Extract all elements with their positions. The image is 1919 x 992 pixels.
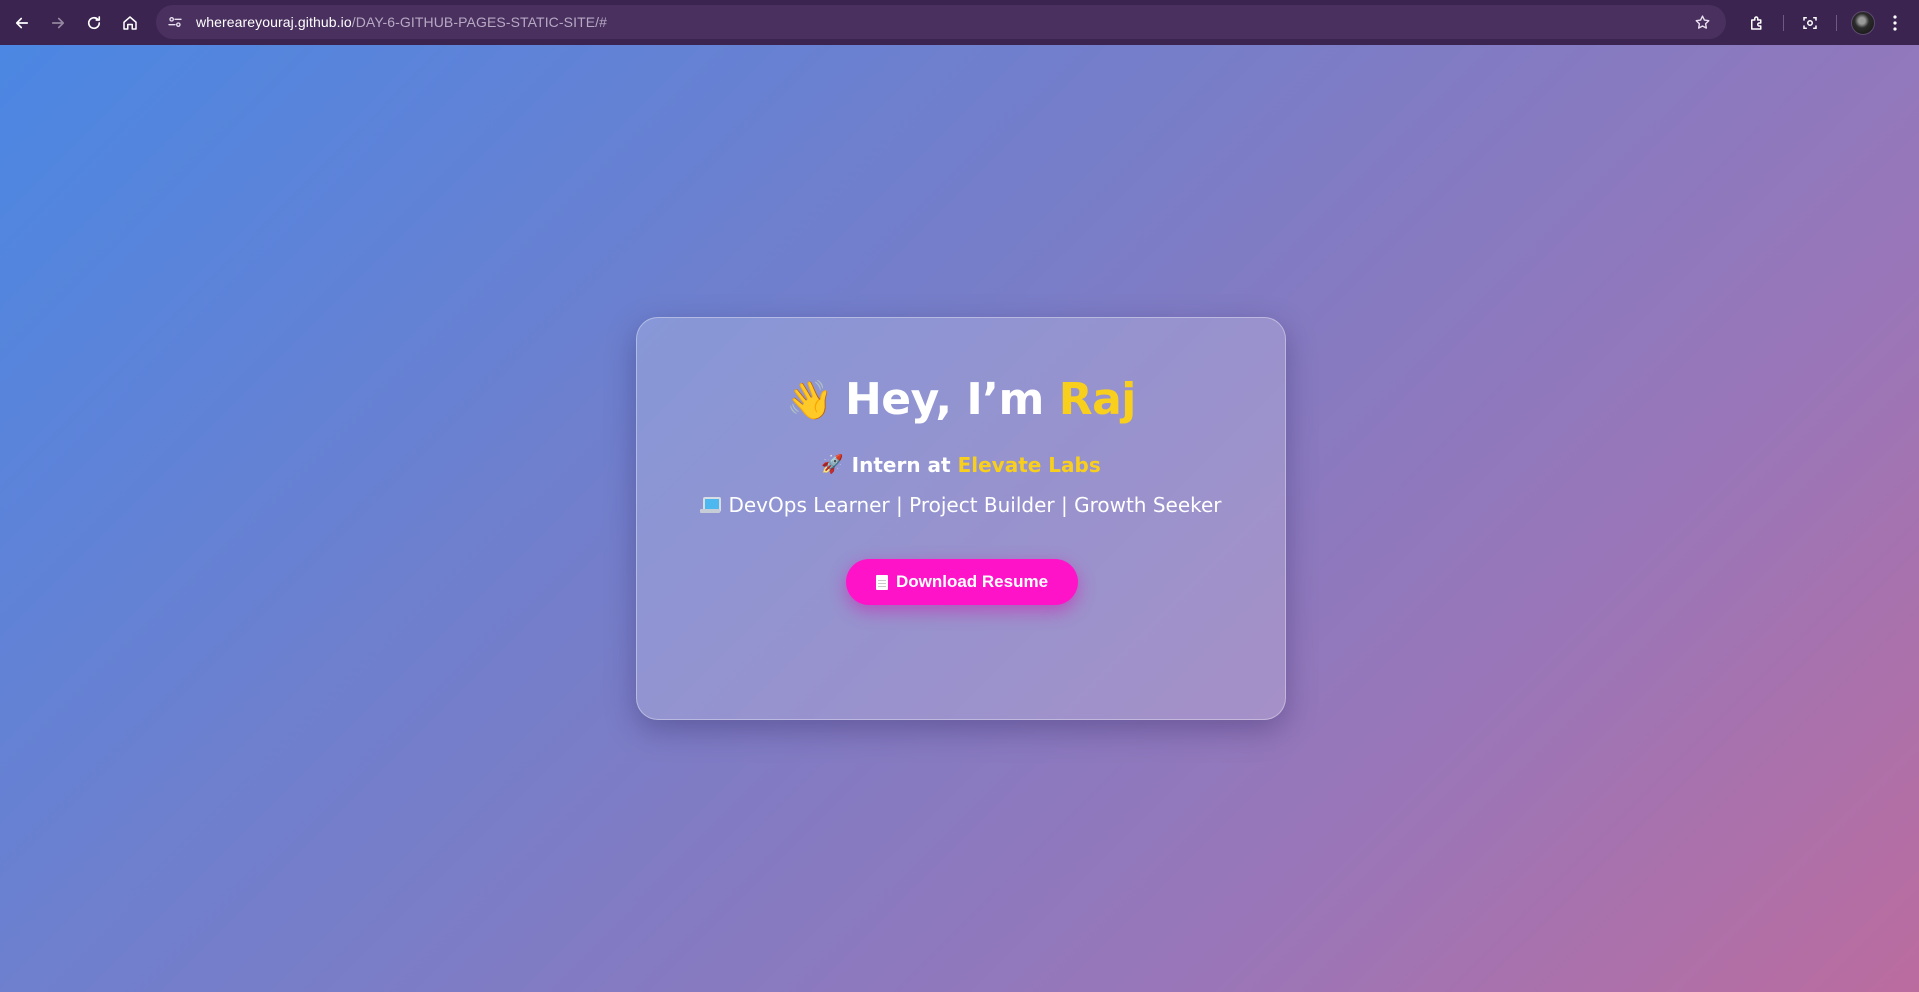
waving-hand-icon: 👋 (786, 378, 833, 422)
intern-prefix: Intern at (851, 453, 951, 477)
intern-line: 🚀 Intern at Elevate Labs (637, 452, 1285, 478)
bookmark-button[interactable] (1690, 10, 1714, 34)
reload-icon (87, 15, 101, 29)
tagline: DevOps Learner | Project Builder | Growt… (637, 492, 1285, 518)
toolbar-divider (1836, 14, 1837, 31)
home-button[interactable] (112, 5, 148, 41)
company-name: Elevate Labs (957, 453, 1101, 477)
forward-button[interactable] (40, 5, 76, 41)
greeting-text: Hey, I’m (844, 374, 1044, 425)
name-text: Raj (1058, 374, 1137, 425)
profile-button[interactable] (1845, 5, 1881, 41)
screenshot-button[interactable] (1792, 5, 1828, 41)
extensions-button[interactable] (1739, 5, 1775, 41)
intro-card: 👋 Hey, I’m Raj 🚀 Intern at Elevate Labs … (636, 317, 1286, 720)
page-title: 👋 Hey, I’m Raj (637, 374, 1285, 426)
menu-icon (1893, 14, 1897, 31)
download-resume-button[interactable]: Download Resume (846, 559, 1078, 605)
rocket-icon: 🚀 (821, 454, 844, 475)
document-icon (875, 574, 888, 590)
site-info-icon (168, 17, 182, 27)
url-text[interactable]: whereareyouraj.github.io/DAY-6-GITHUB-PA… (196, 14, 607, 30)
forward-icon (51, 17, 65, 28)
page-viewport: 👋 Hey, I’m Raj 🚀 Intern at Elevate Labs … (0, 45, 1919, 992)
browser-toolbar: whereareyouraj.github.io/DAY-6-GITHUB-PA… (0, 0, 1919, 45)
laptop-icon (700, 497, 722, 513)
back-button[interactable] (4, 5, 40, 41)
url-host: whereareyouraj.github.io (196, 14, 352, 30)
url-path: /DAY-6-GITHUB-PAGES-STATIC-SITE/# (351, 14, 608, 30)
download-resume-label: Download Resume (895, 572, 1049, 591)
menu-button[interactable] (1881, 5, 1909, 41)
tagline-text: DevOps Learner | Project Builder | Growt… (728, 493, 1222, 517)
site-info-button[interactable] (160, 7, 190, 37)
reload-button[interactable] (76, 5, 112, 41)
back-icon (15, 17, 29, 28)
home-icon (123, 15, 137, 30)
toolbar-divider (1783, 14, 1784, 31)
screenshot-icon (1803, 16, 1817, 29)
address-bar[interactable]: whereareyouraj.github.io/DAY-6-GITHUB-PA… (156, 5, 1726, 39)
star-icon (1695, 14, 1709, 29)
avatar (1851, 10, 1875, 35)
extensions-icon (1751, 15, 1762, 30)
